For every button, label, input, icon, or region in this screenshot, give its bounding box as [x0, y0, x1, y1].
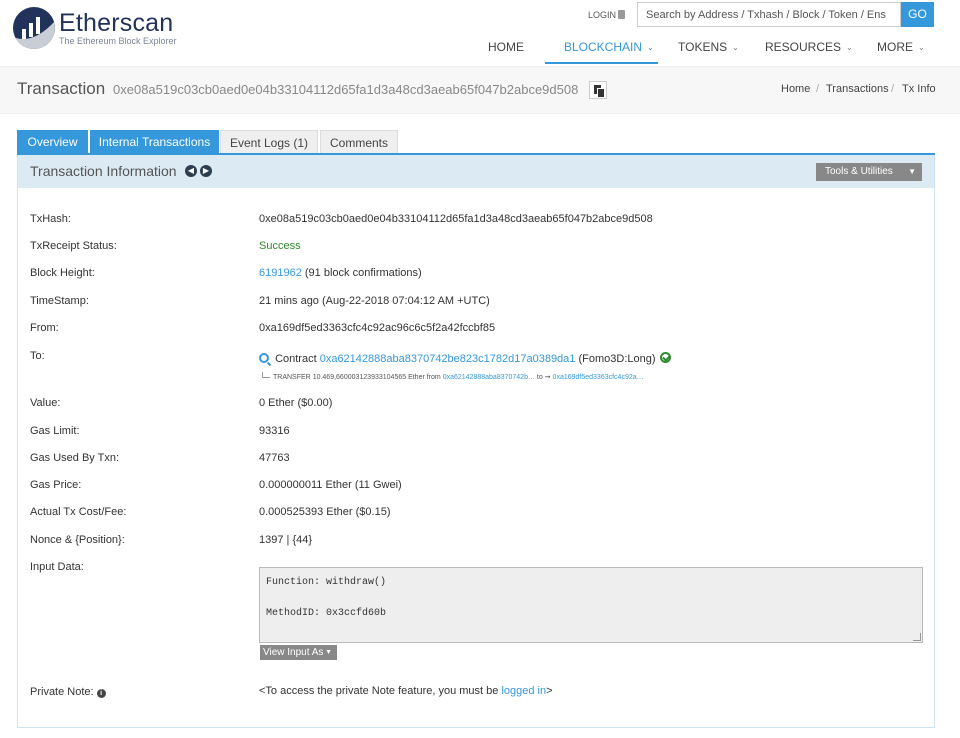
nav-more-label: MORE [877, 40, 913, 54]
block-confirmations: (91 block confirmations) [304, 267, 422, 279]
transfer-to-word: to [536, 374, 543, 381]
input-method-id: MethodID: 0x3ccfd60b [266, 608, 387, 619]
verified-check-icon [659, 352, 671, 363]
nonce-value: 1397 | {44} [259, 534, 313, 546]
nav-tokens-label: TOKENS [678, 40, 728, 54]
private-note-end: > [546, 685, 553, 697]
block-link[interactable]: 6191962 [259, 267, 302, 279]
breadcrumb-txinfo: Tx Info [902, 83, 936, 95]
timestamp-label: TimeStamp: [30, 295, 89, 307]
status-label: TxReceipt Status: [30, 240, 117, 252]
nav-active-indicator [545, 62, 658, 64]
status-value: Success [259, 240, 301, 252]
nonce-label: Nonce & {Position}: [30, 534, 125, 546]
resize-handle-icon[interactable] [913, 633, 921, 641]
page-title-hash: 0xe08a519c03cb0aed0e04b33104112d65fa1d3a… [113, 82, 579, 97]
to-contract-link[interactable]: 0xa62142888aba8370742be823c1782d17a0389d… [320, 353, 576, 365]
site-header: Etherscan The Ethereum Block Explorer LO… [0, 0, 960, 66]
search-go-button[interactable]: GO [901, 2, 934, 27]
timestamp-value: 21 mins ago (Aug-22-2018 07:04:12 AM +UT… [259, 295, 490, 307]
private-note-value: <To access the private Note feature, you… [259, 685, 553, 697]
title-band: Transaction 0xe08a519c03cb0aed0e04b33104… [0, 66, 960, 114]
caret-down-icon: ▼ [908, 167, 916, 176]
tools-utilities-dropdown[interactable]: Tools & Utilities ▼ [816, 163, 922, 181]
gas-price-label: Gas Price: [30, 479, 82, 491]
copy-icon[interactable] [589, 81, 607, 99]
private-note-text: <To access the private Note feature, you… [259, 685, 499, 697]
nav-resources-label: RESOURCES [765, 40, 842, 54]
nav-tokens[interactable]: TOKENS ⌄ [678, 38, 739, 64]
tab-comments[interactable]: Comments [320, 130, 398, 154]
prev-arrow-icon[interactable]: ◀ [185, 165, 197, 177]
etherscan-logo[interactable]: Etherscan The Ethereum Block Explorer [13, 6, 193, 52]
block-height-label: Block Height: [30, 267, 95, 279]
transfer-amount: 10.469,660003123933104565 Ether from [312, 374, 441, 381]
chevron-down-icon: ⌄ [846, 43, 853, 52]
login-link-inline[interactable]: logged in [501, 685, 546, 697]
login-label: LOGIN [588, 10, 617, 20]
private-note-label: Private Note: i [30, 686, 106, 698]
value-label: Value: [30, 397, 61, 409]
gas-limit-label: Gas Limit: [30, 425, 80, 437]
tools-label: Tools & Utilities [825, 166, 893, 177]
lock-icon [618, 10, 626, 19]
from-address-link[interactable]: 0xa169df5ed3363cfc4c92ac96c6c5f2a42fccbf… [259, 322, 495, 334]
info-icon[interactable]: i [96, 689, 106, 698]
private-note-label-text: Private Note: [30, 686, 94, 698]
gas-used-label: Gas Used By Txn: [30, 452, 120, 464]
to-contract-prefix: Contract [275, 353, 317, 365]
logo-name: Etherscan [59, 9, 174, 37]
nav-blockchain[interactable]: BLOCKCHAIN ⌄ [564, 38, 654, 64]
view-input-label: View Input As [263, 647, 324, 658]
nav-blockchain-label: BLOCKCHAIN [564, 40, 643, 54]
nav-resources[interactable]: RESOURCES ⌄ [765, 38, 853, 64]
from-label: From: [30, 322, 59, 334]
gas-limit-value: 93316 [259, 425, 290, 437]
breadcrumb-separator: / [891, 83, 895, 95]
search-input[interactable] [637, 2, 901, 27]
nav-home[interactable]: HOME [488, 38, 524, 64]
panel-title: Transaction Information [30, 163, 177, 179]
chevron-down-icon: ⌄ [647, 43, 654, 52]
panel-header: Transaction Information ◀ ▶ Tools & Util… [18, 155, 934, 188]
tab-overview[interactable]: Overview [17, 130, 88, 154]
caret-down-icon: ▼ [325, 649, 332, 656]
logo-icon [13, 7, 55, 49]
txhash-value: 0xe08a519c03cb0aed0e04b33104112d65fa1d3a… [259, 213, 653, 225]
value-value: 0 Ether ($0.00) [259, 397, 333, 409]
block-height-value: 6191962 (91 block confirmations) [259, 267, 422, 279]
tab-event-logs[interactable]: Event Logs (1) [220, 130, 318, 154]
next-arrow-icon[interactable]: ▶ [200, 165, 212, 177]
transfer-from-link[interactable]: 0xa62142888aba8370742b… [443, 374, 535, 381]
arrow-right-icon: ➞ [544, 374, 551, 381]
gas-price-value: 0.000000011 Ether (11 Gwei) [259, 479, 402, 491]
fee-label: Actual Tx Cost/Fee: [30, 506, 127, 518]
nav-more[interactable]: MORE ⌄ [877, 38, 925, 64]
breadcrumb-home[interactable]: Home [781, 83, 810, 95]
to-label: To: [30, 350, 45, 362]
input-function: Function: withdraw() [266, 577, 387, 588]
fee-value: 0.000525393 Ether ($0.15) [259, 506, 391, 518]
page-title: Transaction [17, 79, 106, 98]
input-data-textarea[interactable]: Function: withdraw() MethodID: 0x3ccfd60… [259, 567, 923, 643]
login-link[interactable]: LOGIN [588, 10, 626, 20]
to-value: Contract 0xa62142888aba8370742be823c1782… [259, 352, 671, 365]
breadcrumb-transactions[interactable]: Transactions [826, 83, 889, 95]
gas-used-value: 47763 [259, 452, 290, 464]
tree-elbow-icon [262, 372, 270, 378]
tab-internal-transactions[interactable]: Internal Transactions [90, 130, 219, 154]
input-data-label: Input Data: [30, 561, 84, 573]
chevron-down-icon: ⌄ [732, 43, 739, 52]
search-icon[interactable] [259, 353, 269, 363]
breadcrumb-separator: / [816, 83, 820, 95]
transfer-label: TRANSFER [273, 374, 311, 381]
logo-tagline: The Ethereum Block Explorer [59, 36, 177, 46]
to-contract-name: (Fomo3D:Long) [578, 353, 656, 365]
view-input-as-dropdown[interactable]: View Input As ▼ [260, 645, 337, 660]
chevron-down-icon: ⌄ [918, 43, 925, 52]
txhash-label: TxHash: [30, 213, 71, 225]
internal-transfer-row: TRANSFER 10.469,660003123933104565 Ether… [262, 372, 644, 381]
nav-home-label: HOME [488, 40, 524, 54]
transfer-to-link[interactable]: 0xa169df5ed3363cfc4c92a… [553, 374, 644, 381]
